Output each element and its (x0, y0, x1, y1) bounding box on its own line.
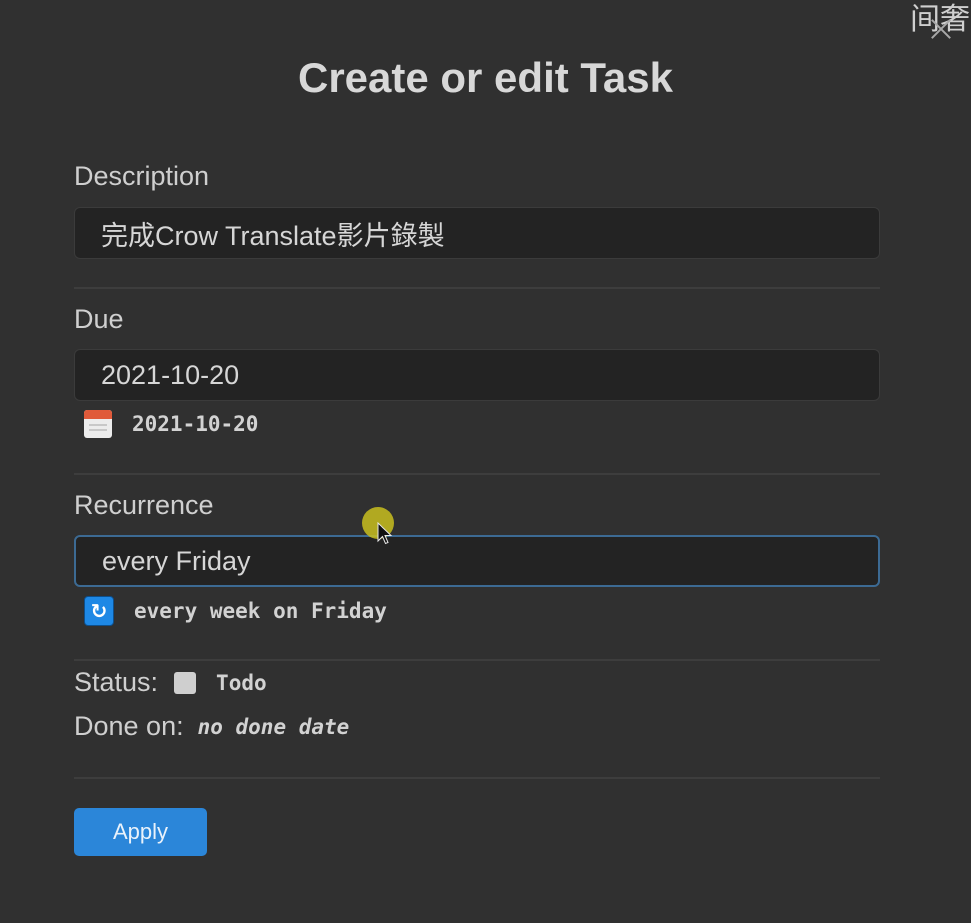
due-parsed-text: 2021-10-20 (132, 412, 259, 436)
due-parsed: 2021-10-20 (84, 410, 258, 438)
status-checkbox[interactable] (174, 671, 197, 694)
done-on-row: Done on: no done date (74, 711, 349, 742)
status-value: Todo (216, 670, 267, 695)
recurrence-label: Recurrence (74, 490, 214, 520)
divider (74, 659, 880, 661)
done-on-value: no done date (197, 714, 350, 739)
due-input[interactable] (74, 349, 880, 401)
status-row: Status: Todo (74, 667, 267, 698)
status-label: Status: (74, 667, 159, 697)
mouse-pointer-icon (377, 522, 393, 545)
calendar-icon (84, 410, 112, 438)
description-label: Description (74, 161, 210, 191)
modal-title: Create or edit Task (297, 54, 674, 101)
close-icon[interactable] (926, 14, 956, 44)
description-input[interactable] (74, 207, 880, 259)
divider (74, 473, 880, 475)
due-label: Due (74, 304, 124, 334)
recurrence-input[interactable] (74, 535, 880, 587)
repeat-icon: ↻ (84, 596, 114, 626)
divider (74, 287, 880, 289)
recurrence-parsed: ↻ every week on Friday (84, 596, 387, 626)
apply-button[interactable]: Apply (74, 808, 207, 856)
recurrence-parsed-text: every week on Friday (134, 599, 387, 623)
task-modal: 间奢 Create or edit Task Description Due 2… (0, 0, 971, 923)
divider (74, 777, 880, 779)
done-on-label: Done on: (74, 711, 184, 741)
